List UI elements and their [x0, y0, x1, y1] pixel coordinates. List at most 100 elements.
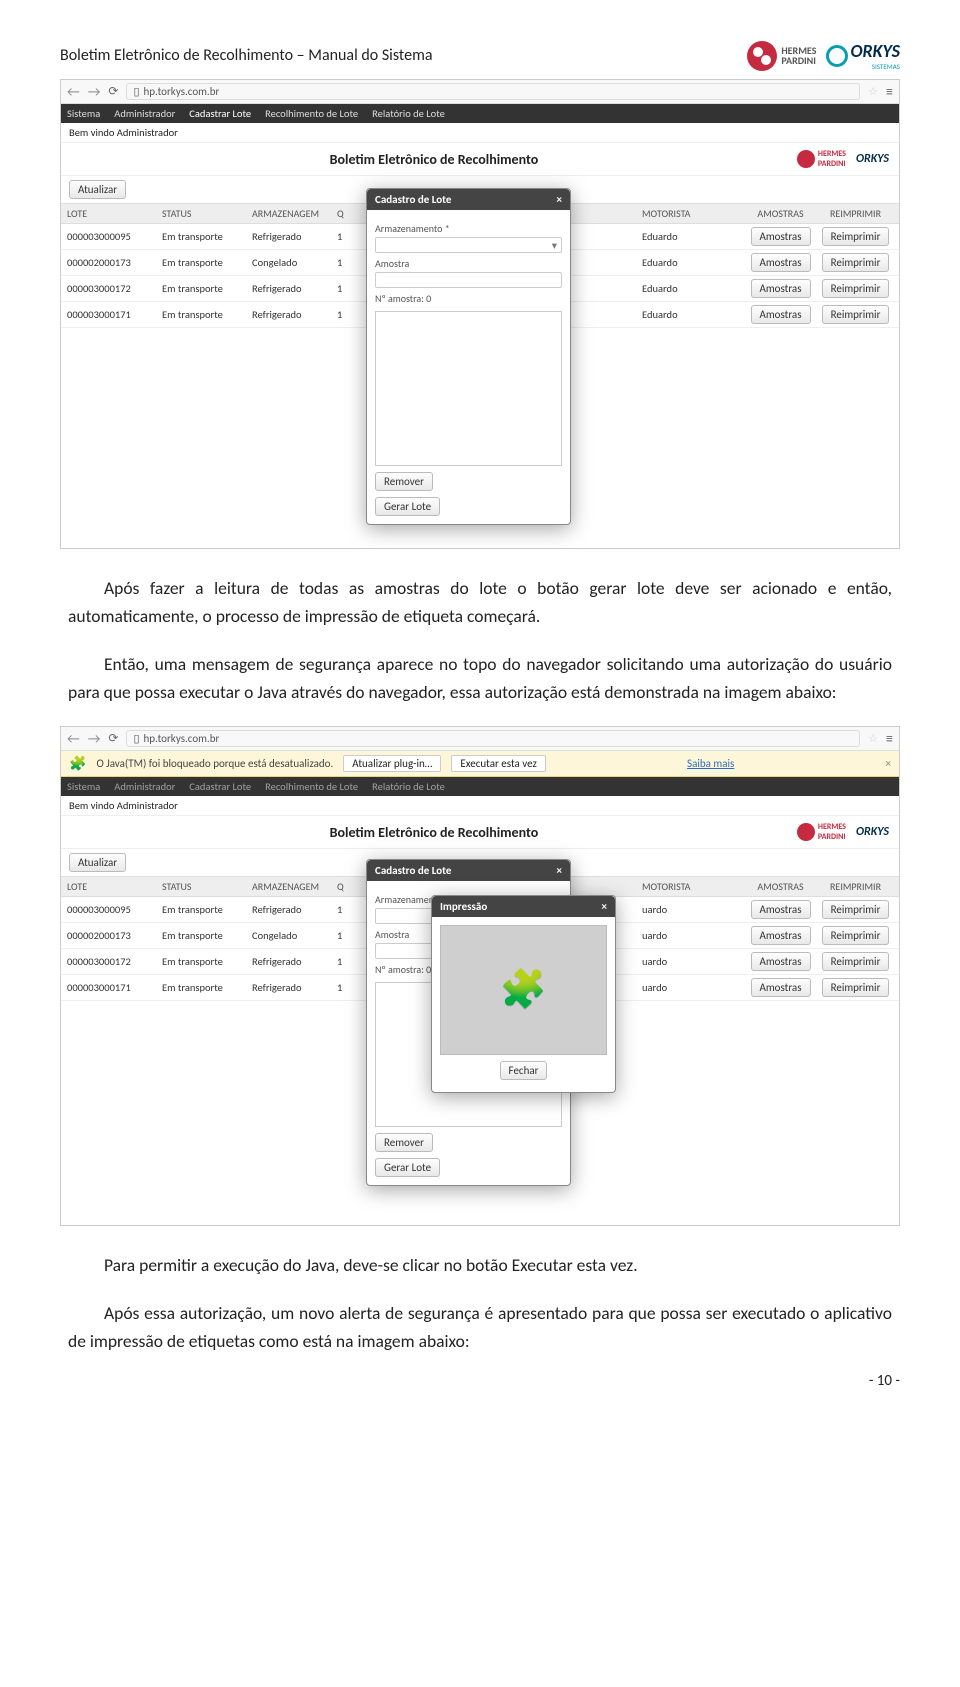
- reimprimir-button[interactable]: Reimprimir: [822, 926, 890, 945]
- amostras-button[interactable]: Amostras: [751, 900, 811, 919]
- hermes-text-2: PARDINI: [781, 56, 816, 66]
- reimprimir-button[interactable]: Reimprimir: [822, 900, 890, 919]
- cell-lote: 000003000171: [67, 308, 162, 321]
- menu-recolhimento[interactable]: Recolhimento de Lote: [265, 780, 358, 793]
- amostras-button[interactable]: Amostras: [751, 227, 811, 246]
- amostras-button[interactable]: Amostras: [751, 279, 811, 298]
- armazenamento-select[interactable]: ▾: [375, 237, 562, 253]
- fechar-button[interactable]: Fechar: [500, 1061, 548, 1080]
- impressao-close-icon[interactable]: ×: [602, 900, 607, 913]
- amostras-button[interactable]: Amostras: [751, 305, 811, 324]
- back-icon[interactable]: ←: [67, 730, 80, 747]
- amostra-input[interactable]: [375, 272, 562, 288]
- welcome-text: Bem vindo Administrador: [61, 123, 899, 143]
- back-icon[interactable]: ←: [67, 83, 80, 100]
- modal-close-icon[interactable]: ×: [557, 193, 562, 206]
- reload-icon[interactable]: ⟳: [108, 731, 118, 746]
- remover-button[interactable]: Remover: [375, 1133, 433, 1152]
- paragraph-2: Então, uma mensagem de segurança aparece…: [68, 650, 892, 706]
- cell-arm: Congelado: [252, 929, 337, 942]
- amostras-button[interactable]: Amostras: [751, 952, 811, 971]
- menu-recolhimento[interactable]: Recolhimento de Lote: [265, 107, 358, 120]
- app-title-logos: HERMES PARDINI ORKYS: [797, 822, 889, 842]
- screenshot-2: ← → ⟳ ▯ hp.torkys.com.br ☆ ≡ 🧩 O Java(TM…: [60, 726, 900, 1226]
- gerar-lote-button[interactable]: Gerar Lote: [375, 497, 440, 516]
- mini-hermes-label-1: HERMES: [818, 822, 846, 832]
- cell-q: 1: [337, 256, 362, 269]
- atualizar-button[interactable]: Atualizar: [69, 180, 126, 199]
- mini-torkys-text: ORKYS: [856, 825, 889, 839]
- reimprimir-button[interactable]: Reimprimir: [822, 952, 890, 971]
- cell-lote: 000002000173: [67, 256, 162, 269]
- menu-relatorio[interactable]: Relatório de Lote: [372, 780, 445, 793]
- col-arm: ARMAZENAGEM: [252, 880, 337, 893]
- cell-q: 1: [337, 230, 362, 243]
- modal-close-icon[interactable]: ×: [557, 864, 562, 877]
- mini-hermes-icon: [797, 150, 815, 168]
- screenshot-1: ← → ⟳ ▯ hp.torkys.com.br ☆ ≡ Sistema Adm…: [60, 79, 900, 549]
- impressao-title: Impressão: [440, 900, 487, 913]
- address-bar[interactable]: ▯ hp.torkys.com.br: [126, 730, 860, 747]
- label-armazenamento: Armazenamento *: [375, 222, 562, 235]
- cell-status: Em transporte: [162, 308, 252, 321]
- plugin-puzzle-icon: 🧩: [69, 755, 86, 772]
- modal-title: Cadastro de Lote: [375, 193, 451, 206]
- reimprimir-button[interactable]: Reimprimir: [822, 227, 890, 246]
- col-reimprimir: REIMPRIMIR: [818, 207, 893, 220]
- torkys-sub: SISTEMAS: [850, 62, 900, 71]
- amostra-listbox[interactable]: [375, 311, 562, 466]
- atualizar-button[interactable]: Atualizar: [69, 853, 126, 872]
- saiba-mais-link[interactable]: Saiba mais: [687, 757, 734, 770]
- cell-lote: 000003000171: [67, 981, 162, 994]
- atualizar-plugin-button[interactable]: Atualizar plug-in…: [343, 755, 441, 772]
- cell-reimprimir: Reimprimir: [818, 279, 893, 298]
- menu-cadastrar-lote[interactable]: Cadastrar Lote: [189, 780, 251, 793]
- reimprimir-button[interactable]: Reimprimir: [822, 978, 890, 997]
- browser-toolbar-2: ← → ⟳ ▯ hp.torkys.com.br ☆ ≡: [61, 727, 899, 751]
- col-lote: LOTE: [67, 880, 162, 893]
- amostras-button[interactable]: Amostras: [751, 978, 811, 997]
- browser-menu-icon[interactable]: ≡: [886, 83, 893, 100]
- mini-hermes-icon: [797, 823, 815, 841]
- impressao-modal: Impressão × 🧩 Fechar: [431, 895, 616, 1093]
- label-n-amostra: Nº amostra: 0: [375, 292, 562, 305]
- col-status: STATUS: [162, 880, 252, 893]
- paragraph-4: Após essa autorização, um novo alerta de…: [68, 1299, 892, 1355]
- cell-amostras: Amostras: [743, 279, 818, 298]
- cell-amostras: Amostras: [743, 952, 818, 971]
- welcome-text: Bem vindo Administrador: [61, 796, 899, 816]
- col-q: Q: [337, 880, 362, 893]
- amostras-button[interactable]: Amostras: [751, 253, 811, 272]
- forward-icon[interactable]: →: [88, 83, 101, 100]
- app-menubar-dim: Sistema Administrador Cadastrar Lote Rec…: [61, 777, 899, 796]
- reimprimir-button[interactable]: Reimprimir: [822, 253, 890, 272]
- menu-relatorio[interactable]: Relatório de Lote: [372, 107, 445, 120]
- reload-icon[interactable]: ⟳: [108, 84, 118, 99]
- app-title-logos: HERMES PARDINI ORKYS: [797, 149, 889, 169]
- torkys-icon: [826, 45, 848, 67]
- menu-sistema[interactable]: Sistema: [67, 107, 100, 120]
- amostras-button[interactable]: Amostras: [751, 926, 811, 945]
- reimprimir-button[interactable]: Reimprimir: [822, 305, 890, 324]
- cell-arm: Congelado: [252, 256, 337, 269]
- reimprimir-button[interactable]: Reimprimir: [822, 279, 890, 298]
- remover-button[interactable]: Remover: [375, 472, 433, 491]
- hermes-icon: [747, 41, 777, 71]
- bookmark-star-icon[interactable]: ☆: [868, 732, 878, 745]
- gerar-lote-button[interactable]: Gerar Lote: [375, 1158, 440, 1177]
- executar-esta-vez-button[interactable]: Executar esta vez: [451, 755, 545, 772]
- menu-cadastrar-lote[interactable]: Cadastrar Lote: [189, 107, 251, 120]
- cell-arm: Refrigerado: [252, 903, 337, 916]
- bookmark-star-icon[interactable]: ☆: [868, 85, 878, 98]
- infobar-close-icon[interactable]: ×: [886, 757, 891, 770]
- url-text: hp.torkys.com.br: [144, 732, 220, 745]
- menu-administrador[interactable]: Administrador: [114, 107, 175, 120]
- browser-menu-icon[interactable]: ≡: [886, 730, 893, 747]
- cell-lote: 000003000172: [67, 955, 162, 968]
- address-bar[interactable]: ▯ hp.torkys.com.br: [126, 83, 860, 100]
- menu-administrador[interactable]: Administrador: [114, 780, 175, 793]
- menu-sistema[interactable]: Sistema: [67, 780, 100, 793]
- cell-reimprimir: Reimprimir: [818, 227, 893, 246]
- cell-reimprimir: Reimprimir: [818, 305, 893, 324]
- forward-icon[interactable]: →: [88, 730, 101, 747]
